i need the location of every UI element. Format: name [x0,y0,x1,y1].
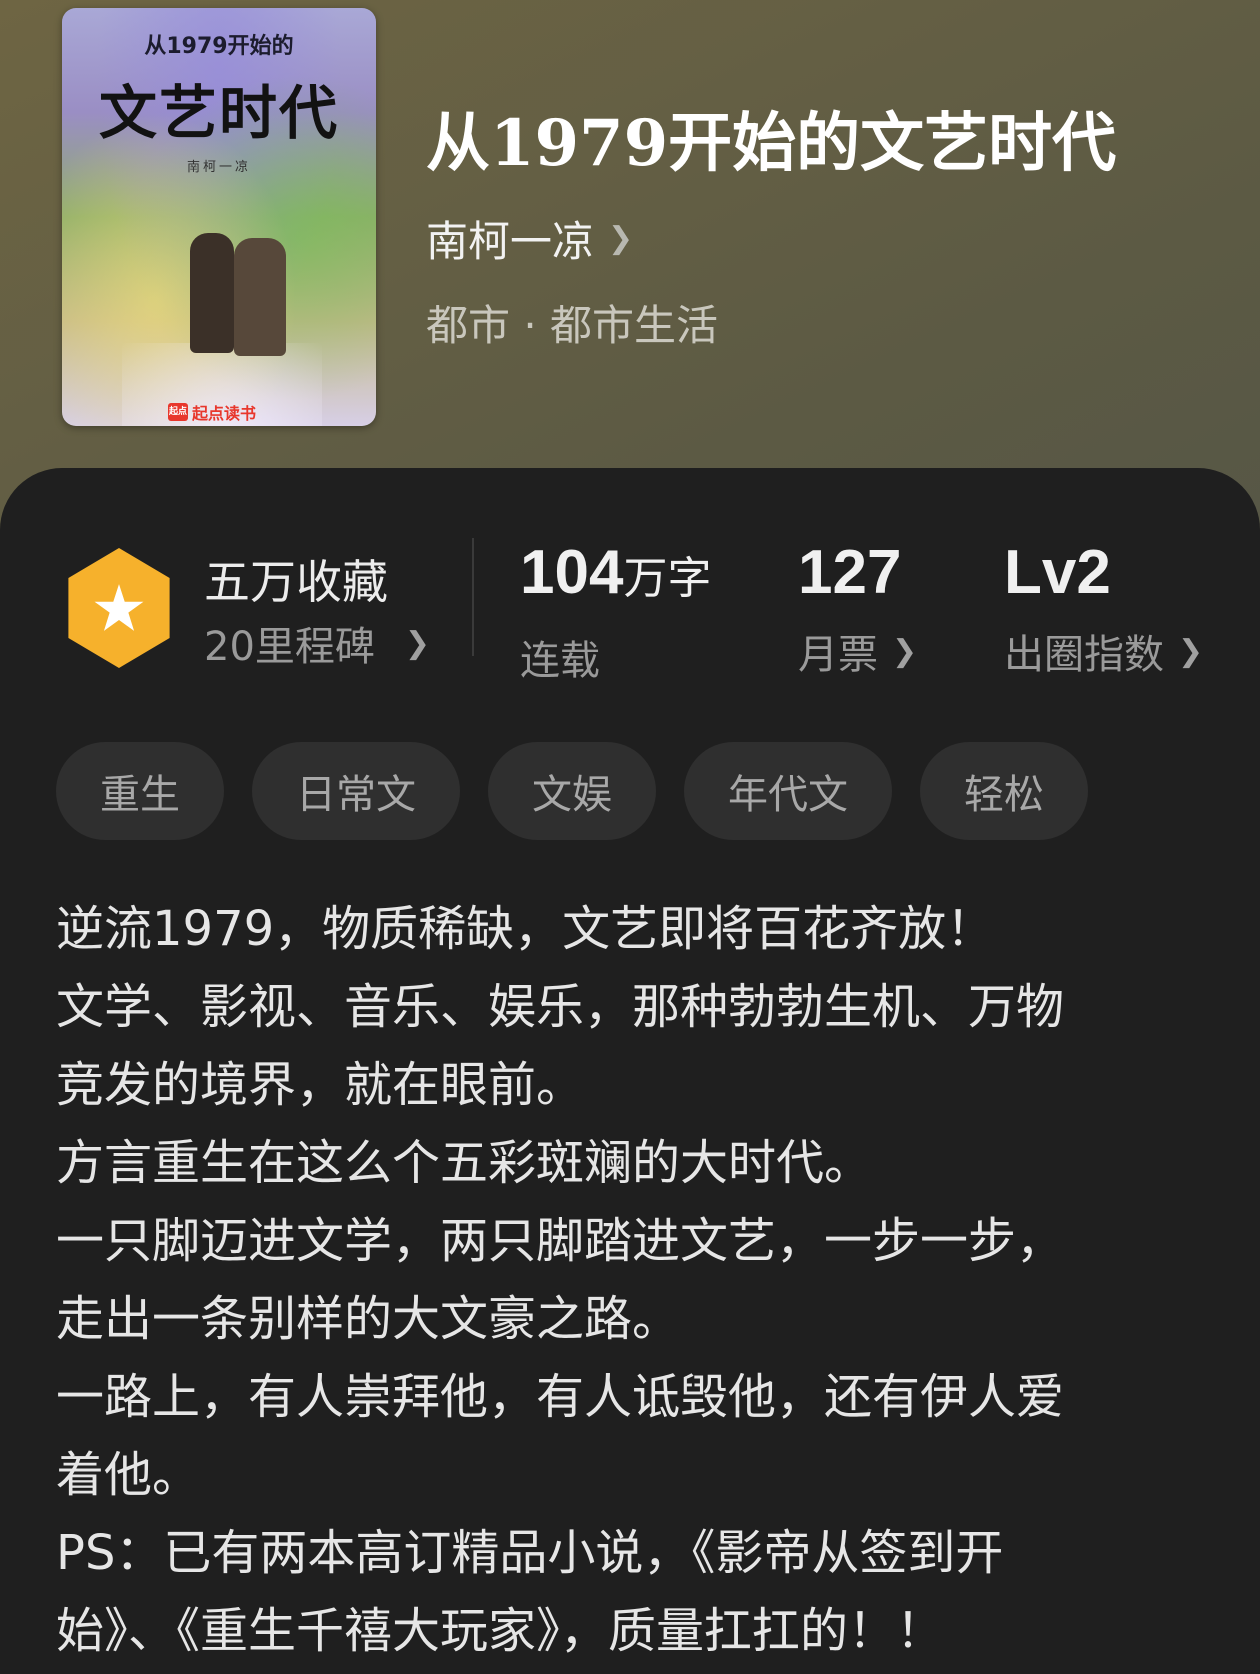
serial-status-label: 连载 [520,638,600,684]
synopsis-line: 逆流1979，物质稀缺，文艺即将百花齐放！ [56,901,995,957]
synopsis-line: 着他。 [56,1447,201,1503]
synopsis-line: 一路上，有人崇拜他，有人诋毁他，还有伊人爱 [56,1369,1065,1425]
cover-publisher-name: 起点读书 [192,404,257,423]
author-name: 南柯一凉 [426,217,595,266]
word-count-unit: 万字 [623,554,712,603]
tag-chip[interactable]: 日常文 [252,742,460,840]
popularity-index-label: 出圈指数 [1004,632,1164,678]
synopsis-line: 一只脚迈进文学，两只脚踏进文艺，一步一步， [56,1213,1065,1269]
synopsis-line: PS：已有两本高订精品小说，《影帝从签到开 [56,1525,1004,1581]
tag-chip[interactable]: 文娱 [488,742,656,840]
milestone-title[interactable]: 五万收藏 [204,546,388,612]
cover-title: 文艺时代 [98,79,339,147]
chevron-right-icon: ❯ [608,221,634,256]
milestone-link[interactable]: 20里程碑 ❯ [204,614,430,672]
monthly-votes-value: 127 [798,538,902,607]
stats-divider [472,538,474,656]
genre-label: 都市 · 都市生活 [426,301,719,350]
chevron-right-icon: ❯ [892,633,918,669]
tag-chip[interactable]: 重生 [56,742,224,840]
synopsis-line: 竞发的境界，就在眼前。 [56,1057,585,1113]
monthly-votes-label: 月票 [798,632,878,678]
synopsis-line: 始》、《重生千禧大玩家》，质量扛扛的！！ [56,1603,945,1659]
tag-list: 重生 日常文 文娱 年代文 轻松 [56,742,1088,840]
chevron-right-icon: ❯ [1178,633,1204,669]
monthly-votes-stat[interactable]: 127 月票 ❯ [798,538,917,680]
popularity-index-value: Lv2 [1004,538,1111,607]
milestone-subtitle: 20里程碑 [204,624,375,670]
cover-publisher-logo: 起点 起点读书 [168,400,256,424]
synopsis-line: 走出一条别样的大文豪之路。 [56,1291,681,1347]
synopsis[interactable]: 逆流1979，物质稀缺，文艺即将百花齐放！ 文学、影视、音乐、娱乐，那种勃勃生机… [56,890,1216,1670]
book-title: 从1979开始的文艺时代 [426,106,1117,181]
popularity-index-stat[interactable]: Lv2 出圈指数 ❯ [1004,538,1203,680]
word-count-value: 104 [520,538,624,607]
synopsis-line: 方言重生在这么个五彩斑斓的大时代。 [56,1135,873,1191]
synopsis-line: 文学、影视、音乐、娱乐，那种勃勃生机、万物 [56,979,1065,1035]
cover-author: 南柯一凉 [186,160,251,175]
tag-chip[interactable]: 年代文 [684,742,892,840]
book-cover[interactable]: 从1979开始的 文艺时代 南柯一凉 起点 起点读书 [62,8,376,426]
word-count-stat: 104万字 连载 [520,538,711,686]
author-link[interactable]: 南柯一凉 ❯ [426,208,633,269]
qidian-logo-icon: 起点 [168,403,188,421]
cover-figure [234,238,286,356]
chevron-right-icon: ❯ [404,625,431,661]
cover-figure [190,233,234,353]
cover-small-title: 从1979开始的 [144,34,294,59]
star-icon [94,584,144,631]
tag-chip[interactable]: 轻松 [920,742,1088,840]
